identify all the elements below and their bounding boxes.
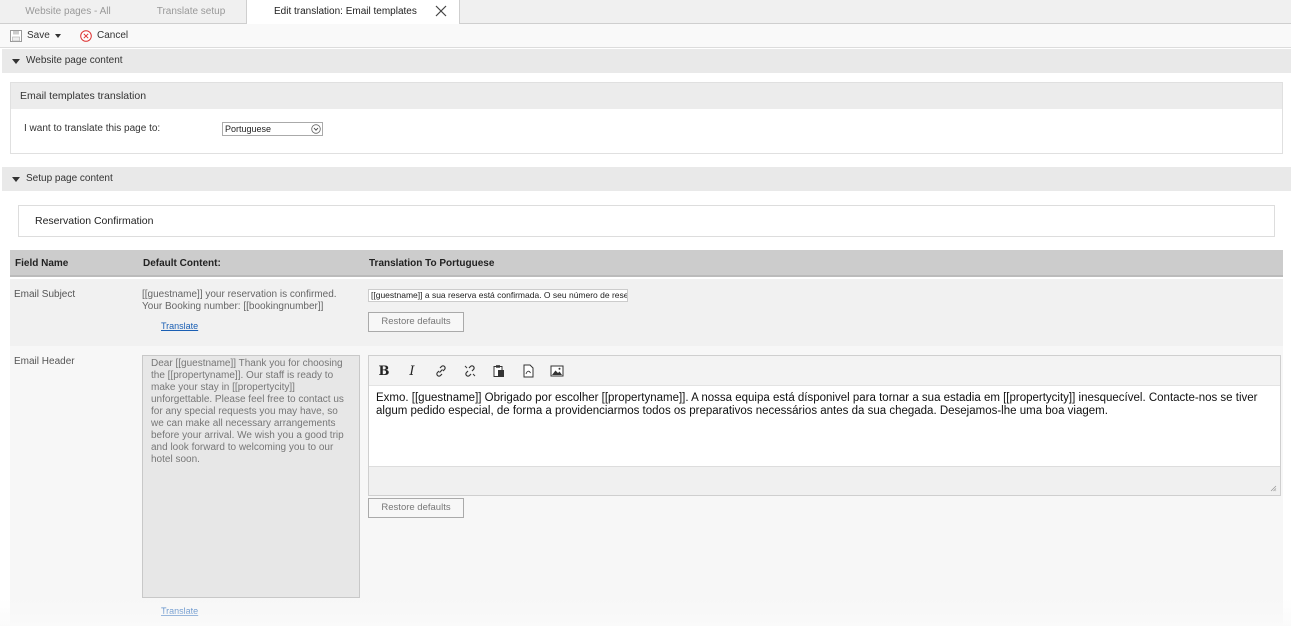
save-label: Save (27, 30, 50, 41)
unlink-icon[interactable] (462, 363, 478, 379)
restore-defaults-button[interactable]: Restore defaults (368, 498, 464, 518)
default-content: [[guestname]] your reservation is confir… (142, 289, 337, 312)
rich-text-editor: B I Exmo. [[guestname]] Obrigado por esc… (368, 355, 1281, 496)
chevron-down-icon (311, 124, 321, 134)
italic-button[interactable]: I (404, 363, 420, 379)
col-field-name: Field Name (15, 258, 69, 269)
field-name: Email Header (14, 356, 75, 367)
cancel-button[interactable]: Cancel (80, 28, 128, 44)
tab-website-pages[interactable]: Website pages - All (0, 0, 136, 24)
save-icon (10, 30, 22, 42)
cancel-icon (80, 30, 92, 42)
section-website-page-content[interactable]: Website page content (2, 49, 1291, 73)
translate-language-label: I want to translate this page to: (24, 123, 161, 134)
tab-translate-setup[interactable]: Translate setup (137, 0, 245, 24)
table-row: Email Subject [[guestname]] your reserva… (10, 279, 1283, 346)
resize-grip-icon[interactable] (1270, 485, 1277, 492)
chevron-down-icon[interactable] (54, 34, 61, 38)
section-setup-page-content[interactable]: Setup page content (2, 167, 1291, 191)
reservation-title: Reservation Confirmation (18, 205, 1275, 237)
editor-content[interactable]: Exmo. [[guestname]] Obrigado por escolhe… (369, 386, 1280, 466)
editor-toolbar: B I (369, 356, 1280, 386)
collapse-triangle-icon (12, 177, 20, 182)
translate-link[interactable]: Translate (161, 321, 198, 331)
language-select[interactable]: Portuguese (222, 122, 323, 136)
tab-edit-translation[interactable]: Edit translation: Email templates (246, 0, 460, 25)
paste-icon[interactable] (491, 363, 507, 379)
email-subject-input[interactable]: [[guestname]] a sua reserva está confirm… (368, 289, 628, 302)
col-default-content: Default Content: (143, 258, 221, 269)
translation-box-title: Email templates translation (11, 83, 1282, 109)
toolbar: Save Cancel (0, 24, 1291, 48)
collapse-triangle-icon (12, 59, 20, 64)
default-content-textarea[interactable]: Dear [[guestname]] Thank you for choosin… (142, 355, 360, 598)
col-translation: Translation To Portuguese (369, 258, 495, 269)
pdf-icon[interactable] (520, 363, 536, 379)
restore-defaults-button[interactable]: Restore defaults (368, 312, 464, 332)
language-select-value: Portuguese (225, 124, 272, 134)
section-title: Setup page content (26, 173, 113, 184)
editor-footer (369, 466, 1280, 495)
table-row: Email Header Dear [[guestname]] Thank yo… (10, 346, 1283, 626)
cancel-label: Cancel (97, 30, 129, 41)
table-header: Field Name Default Content: Translation … (10, 250, 1283, 277)
field-name: Email Subject (14, 289, 76, 300)
tab-edit-translation-label: Edit translation: Email templates (274, 6, 417, 17)
link-icon[interactable] (433, 363, 449, 379)
image-icon[interactable] (549, 363, 565, 379)
section-title: Website page content (26, 55, 123, 66)
save-button[interactable]: Save (10, 28, 61, 44)
bold-button[interactable]: B (376, 363, 392, 379)
tab-bar: Website pages - All Translate setup Edit… (0, 0, 1291, 25)
translation-settings-box: Email templates translation I want to tr… (10, 82, 1283, 154)
translate-link[interactable]: Translate (161, 606, 198, 616)
close-icon[interactable] (435, 5, 447, 17)
